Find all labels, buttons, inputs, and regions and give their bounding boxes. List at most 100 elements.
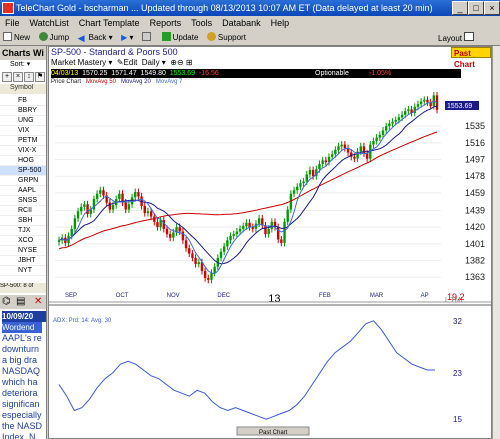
- symbol-list-item[interactable]: RCII: [0, 206, 46, 216]
- support-button[interactable]: Support: [204, 30, 249, 45]
- maximize-button[interactable]: □: [468, 1, 484, 15]
- forward-button[interactable]: ▶ ▾: [118, 30, 136, 45]
- candle-body: [188, 248, 191, 254]
- candle-body: [381, 130, 385, 135]
- price-y-tick: 1382: [465, 256, 485, 266]
- symbol-list-item[interactable]: XCO: [0, 236, 46, 246]
- symbol-list-item[interactable]: SP-500: [0, 166, 46, 176]
- menu-chart-template[interactable]: Chart Template: [74, 18, 145, 28]
- price-y-tick: 1420: [465, 222, 485, 232]
- support-icon: [206, 32, 216, 41]
- candle-body: [143, 206, 146, 214]
- price-x-tick: DEC: [217, 293, 230, 299]
- sort-control[interactable]: Sort: ▾: [10, 60, 46, 70]
- candle-body: [181, 231, 185, 241]
- symbol-list-item[interactable]: BBRY: [0, 106, 46, 116]
- symbol-list-item[interactable]: VIX: [0, 126, 46, 136]
- symbol-list-item[interactable]: JBHT: [0, 256, 46, 266]
- new-button[interactable]: New: [0, 30, 33, 45]
- app-icon: [2, 2, 14, 14]
- layout-button[interactable]: Layout: [438, 32, 475, 43]
- candle-body: [207, 278, 210, 280]
- candle-body: [334, 149, 337, 155]
- menu-bar: File WatchList Chart Template Reports Tools D…: [0, 16, 500, 30]
- price-x-tick: FEB: [319, 293, 331, 299]
- price-x-tick: SEP: [65, 293, 77, 299]
- candle-body: [149, 211, 153, 217]
- candle-body: [340, 144, 343, 147]
- news-toolbar: ⌬ ▤ ✕: [0, 295, 46, 309]
- adx-y-tick: 32: [453, 317, 462, 326]
- vertical-scrollbar[interactable]: [492, 46, 500, 439]
- candle-body: [302, 181, 305, 184]
- candle-body: [400, 114, 404, 118]
- candle-body: [172, 232, 175, 238]
- candle-body: [248, 222, 251, 228]
- symbol-list-item[interactable]: SBH: [0, 216, 46, 226]
- candle-body: [257, 218, 261, 224]
- candle-body: [210, 272, 213, 280]
- candle-body: [111, 205, 115, 210]
- symbol-list-item[interactable]: HOG: [0, 156, 46, 166]
- news-panel: 10/09/20 Wordend AAPL's re downturn a big …: [0, 311, 46, 439]
- symbol-list-item[interactable]: VIX-X: [0, 146, 46, 156]
- adx-line: [58, 320, 435, 420]
- candle-body: [127, 204, 131, 210]
- update-button[interactable]: Update: [159, 30, 202, 45]
- candle-body: [95, 193, 99, 200]
- price-x-tick: 13: [268, 293, 280, 305]
- flag-icon[interactable]: ⚑: [35, 72, 45, 82]
- candle-body: [286, 209, 289, 222]
- back-button[interactable]: ◀ Back ▾: [75, 30, 116, 45]
- toolbar: New Jump ◀ Back ▾ ▶ ▾ Update Support: [0, 30, 500, 46]
- chart-icon[interactable]: ▤: [16, 296, 25, 307]
- candle-body: [296, 186, 299, 191]
- candle-body: [222, 246, 226, 252]
- candle-body: [426, 99, 429, 103]
- symbol-column-header[interactable]: Symbol: [0, 84, 46, 94]
- symbol-list-item[interactable]: AAPL: [0, 186, 46, 196]
- add-icon[interactable]: +: [2, 72, 12, 82]
- symbol-list-item[interactable]: NYSE: [0, 246, 46, 256]
- chart-area: SP-500 - Standard & Poors 500 Past Chart…: [48, 46, 492, 439]
- menu-reports[interactable]: Reports: [145, 18, 187, 28]
- symbol-list-item[interactable]: PETM: [0, 136, 46, 146]
- candle-body: [178, 227, 181, 232]
- jump-button[interactable]: Jump: [36, 30, 73, 45]
- last-price-label: 1553.69: [447, 103, 472, 110]
- candle-body: [283, 221, 286, 243]
- menu-watchlist[interactable]: WatchList: [25, 18, 74, 28]
- ma7-line: [58, 100, 438, 275]
- close-button[interactable]: ×: [484, 1, 500, 15]
- update-icon: [161, 32, 171, 41]
- candle-body: [305, 174, 308, 182]
- binoculars-icon[interactable]: ⌬: [2, 296, 11, 307]
- menu-file[interactable]: File: [0, 18, 25, 28]
- candle-body: [394, 119, 397, 122]
- chart-canvas[interactable]: 1535 1516 1497 1478 1459 1439 1420 1401 1382 1363…: [49, 47, 491, 438]
- sort-icon[interactable]: ↕: [24, 72, 34, 82]
- back-arrow-icon: ◀: [77, 33, 85, 43]
- menu-databank[interactable]: Databank: [217, 18, 266, 28]
- symbol-list-item[interactable]: NYT: [0, 266, 46, 276]
- symbol-list-item[interactable]: SNSS: [0, 196, 46, 206]
- minimize-button[interactable]: _: [452, 1, 468, 15]
- remove-icon[interactable]: ×: [13, 72, 23, 82]
- candle-body: [70, 228, 73, 236]
- candle-body: [397, 117, 401, 120]
- print-button[interactable]: [139, 30, 156, 45]
- symbol-list-item[interactable]: GRPN: [0, 176, 46, 186]
- candle-body: [118, 193, 121, 200]
- symbol-list-item[interactable]: FB: [0, 96, 46, 106]
- candle-body: [235, 231, 239, 235]
- candle-body: [83, 204, 86, 207]
- symbol-list-item[interactable]: TJX: [0, 226, 46, 236]
- menu-tools[interactable]: Tools: [186, 18, 217, 28]
- menu-help[interactable]: Help: [266, 18, 295, 28]
- close-news-icon[interactable]: ✕: [34, 296, 42, 307]
- candle-body: [242, 226, 245, 229]
- news-headline[interactable]: Wordend: [2, 322, 42, 333]
- symbol-list-item[interactable]: UNG: [0, 116, 46, 126]
- price-y-tick: 1439: [465, 205, 485, 215]
- candle-body: [134, 192, 137, 198]
